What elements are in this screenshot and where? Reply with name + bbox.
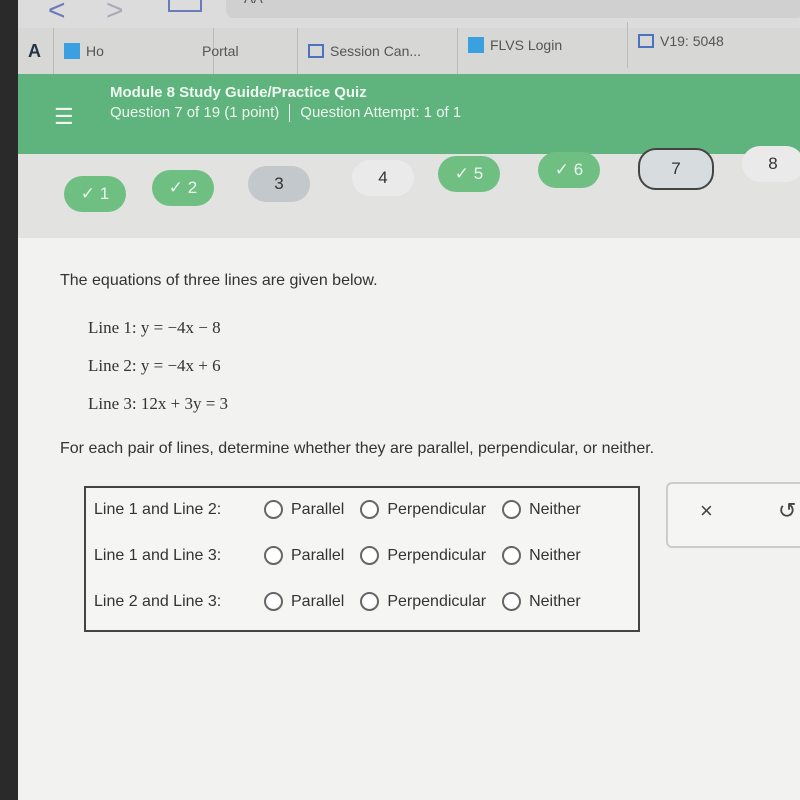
page-icon — [638, 34, 654, 48]
question-button-5[interactable]: ✓ 5 — [438, 156, 500, 192]
question-button-1[interactable]: ✓ 1 — [64, 176, 126, 212]
radio-button[interactable] — [360, 546, 380, 565]
tab-label: V19: 5048 — [660, 33, 724, 49]
option-label: Neither — [529, 546, 581, 564]
radio-button[interactable] — [502, 592, 522, 611]
clear-icon[interactable]: × — [700, 498, 713, 524]
option-label: Neither — [529, 500, 581, 518]
tab-label: A — [28, 40, 41, 61]
page-icon — [308, 44, 324, 58]
question-number: Question 7 of 19 (1 point) — [110, 104, 280, 121]
option-parallel[interactable]: Parallel — [264, 592, 344, 611]
option-label: Parallel — [291, 592, 345, 610]
question-content: The equations of three lines are given b… — [18, 238, 800, 800]
answer-table: Line 1 and Line 2: Parallel Perpendicula… — [84, 486, 640, 632]
flvs-icon — [468, 37, 484, 53]
answer-row: Line 1 and Line 2: Parallel Perpendicula… — [94, 500, 597, 519]
answer-row: Line 1 and Line 3: Parallel Perpendicula… — [94, 546, 597, 565]
radio-button[interactable] — [264, 592, 283, 611]
radio-button[interactable] — [264, 546, 283, 565]
row-label: Line 1 and Line 3: — [94, 546, 222, 564]
tab-portal[interactable]: Portal — [178, 28, 298, 74]
option-neither[interactable]: Neither — [502, 546, 581, 565]
option-parallel[interactable]: Parallel — [264, 546, 344, 565]
option-label: Parallel — [291, 546, 345, 564]
question-button-2[interactable]: ✓ 2 — [152, 170, 214, 206]
quiz-header: ☰ Module 8 Study Guide/Practice Quiz Que… — [18, 74, 800, 154]
answer-tools: × ↺ — [666, 482, 800, 548]
option-parallel[interactable]: Parallel — [264, 500, 344, 519]
answer-row: Line 2 and Line 3: Parallel Perpendicula… — [94, 592, 597, 611]
tab-label: FLVS Login — [490, 37, 563, 53]
undo-icon[interactable]: ↺ — [778, 498, 796, 524]
option-label: Parallel — [291, 500, 345, 518]
tab-bar: A Ho Portal Session Can... FLVS Login V1… — [18, 22, 800, 74]
radio-button[interactable] — [502, 500, 522, 519]
attempt-info: Question Attempt: 1 of 1 — [300, 104, 462, 121]
row-label: Line 2 and Line 3: — [94, 592, 222, 610]
back-button[interactable]: < — [48, 0, 66, 28]
question-button-8[interactable]: 8 — [742, 146, 800, 182]
option-label: Perpendicular — [387, 546, 487, 564]
radio-button[interactable] — [264, 500, 283, 519]
forward-button[interactable]: > — [106, 0, 124, 28]
option-neither[interactable]: Neither — [502, 592, 581, 611]
question-button-6[interactable]: ✓ 6 — [538, 152, 600, 188]
radio-button[interactable] — [360, 500, 380, 519]
option-label: Perpendicular — [387, 592, 487, 610]
question-prompt: For each pair of lines, determine whethe… — [60, 440, 655, 457]
equation-line-2: Line 2: y = −4x + 6 — [88, 356, 221, 375]
address-bar[interactable]: AA — [226, 0, 800, 18]
tab-flvs-login[interactable]: FLVS Login — [458, 22, 628, 68]
tab-label: Portal — [202, 43, 239, 59]
screen: < > AA A Ho Portal Session Can... FLVS L… — [18, 0, 800, 800]
tab-label: Ho — [86, 43, 104, 59]
option-perpendicular[interactable]: Perpendicular — [360, 500, 486, 519]
radio-button[interactable] — [502, 546, 522, 565]
radio-button[interactable] — [360, 592, 380, 611]
bookmarks-icon[interactable] — [168, 0, 202, 12]
option-label: Perpendicular — [387, 500, 487, 518]
tab-1[interactable]: A — [18, 28, 54, 74]
question-button-7[interactable]: 7 — [638, 148, 714, 190]
tab-label: Session Can... — [330, 43, 422, 59]
equation-line-1: Line 1: y = −4x − 8 — [88, 318, 221, 337]
tab-session[interactable]: Session Can... — [298, 28, 458, 74]
equation-line-3: Line 3: 12x + 3y = 3 — [88, 394, 229, 413]
question-button-4[interactable]: 4 — [352, 160, 414, 196]
hamburger-icon[interactable]: ☰ — [54, 104, 74, 130]
option-neither[interactable]: Neither — [502, 500, 581, 519]
tab-v19[interactable]: V19: 5048 — [628, 18, 800, 64]
question-button-3[interactable]: 3 — [248, 166, 310, 202]
option-label: Neither — [529, 592, 581, 610]
option-perpendicular[interactable]: Perpendicular — [360, 546, 486, 565]
option-perpendicular[interactable]: Perpendicular — [360, 592, 486, 611]
question-navigator: ✓ 1 ✓ 2 3 4 ✓ 5 ✓ 6 7 8 — [18, 146, 800, 238]
row-label: Line 1 and Line 2: — [94, 500, 222, 518]
question-intro: The equations of three lines are given b… — [60, 272, 378, 289]
question-info: Question 7 of 19 (1 point) Question Attem… — [110, 104, 462, 123]
flvs-icon — [64, 43, 80, 59]
quiz-title: Module 8 Study Guide/Practice Quiz — [110, 84, 367, 101]
